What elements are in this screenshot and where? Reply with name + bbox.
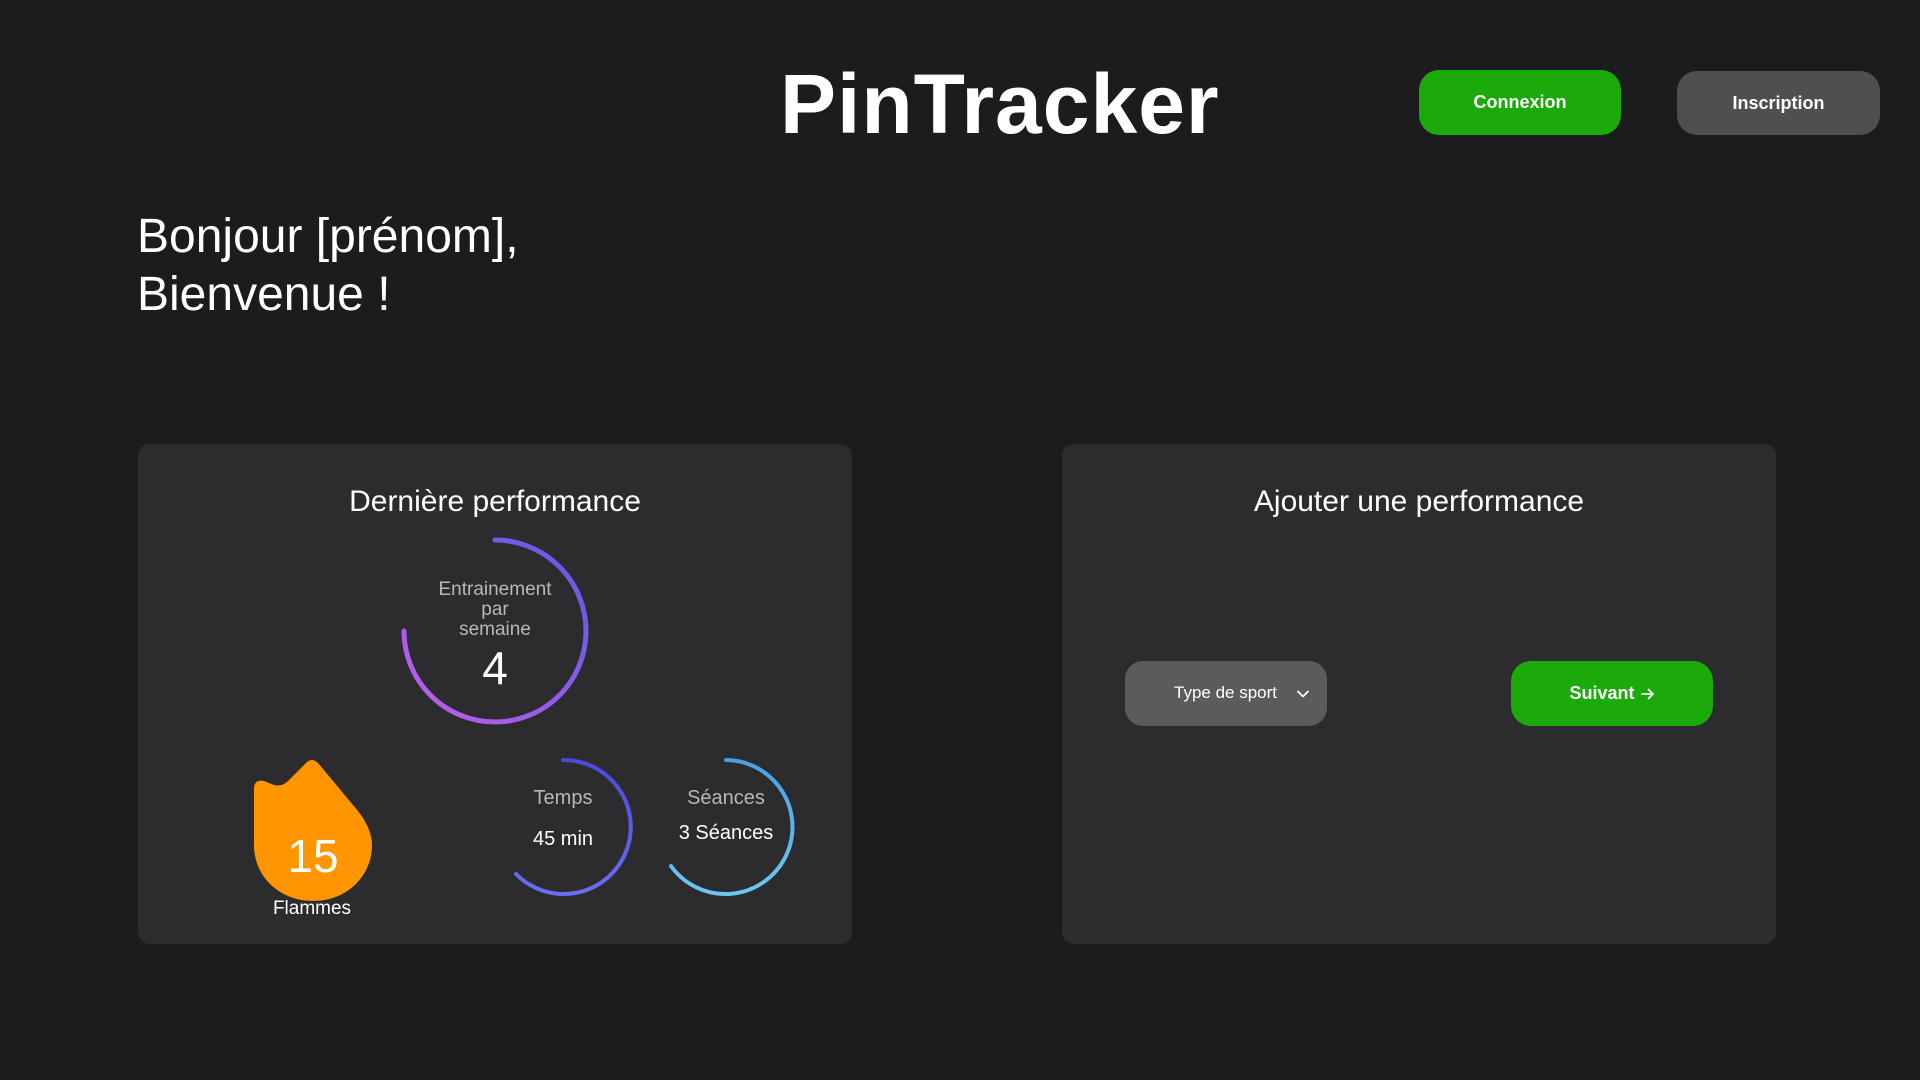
sessions-label: Séances — [687, 787, 765, 809]
last-performance-title: Dernière performance — [349, 485, 641, 518]
sport-type-select[interactable]: Type de sport — [1125, 661, 1327, 726]
sessions-value: 3 Séances — [678, 822, 774, 844]
sport-type-selected: Type de sport — [1174, 683, 1278, 702]
weekly-label-line3: semaine — [459, 619, 531, 640]
weekly-label-line2: par — [481, 599, 509, 620]
flame-count: 15 — [287, 830, 339, 882]
next-button[interactable]: Suivant — [1511, 661, 1713, 726]
flame-label: Flammes — [272, 898, 352, 919]
weekly-label-line1: Entrainement — [438, 579, 552, 600]
greeting-line-welcome: Bienvenue ! — [137, 268, 391, 321]
page: PinTracker Connexion Inscription Bonjour… — [0, 0, 1920, 1080]
sessions-ring: Séances 3 Séances — [655, 756, 797, 898]
greeting-line-hello: Bonjour [prénom], — [137, 210, 519, 263]
login-button[interactable]: Connexion — [1419, 70, 1621, 135]
arrow-right-icon — [1640, 688, 1654, 699]
weekly-training-value: 4 — [482, 642, 508, 694]
flame-badge: 15 — [254, 759, 372, 901]
add-performance-title: Ajouter une performance — [1253, 485, 1585, 518]
next-button-label: Suivant — [1569, 683, 1635, 703]
chevron-down-icon — [1297, 690, 1309, 698]
signup-button[interactable]: Inscription — [1677, 71, 1880, 135]
app-title: PinTracker — [780, 57, 1220, 151]
last-performance-card: Dernière performance Entrainement par se… — [138, 444, 852, 944]
time-ring: Temps 45 min — [492, 756, 634, 898]
time-label: Temps — [533, 787, 593, 809]
greeting: Bonjour [prénom], Bienvenue ! — [137, 208, 519, 324]
weekly-training-label: Entrainement par semaine — [400, 580, 590, 640]
weekly-training-ring: Entrainement par semaine 4 — [400, 536, 590, 726]
